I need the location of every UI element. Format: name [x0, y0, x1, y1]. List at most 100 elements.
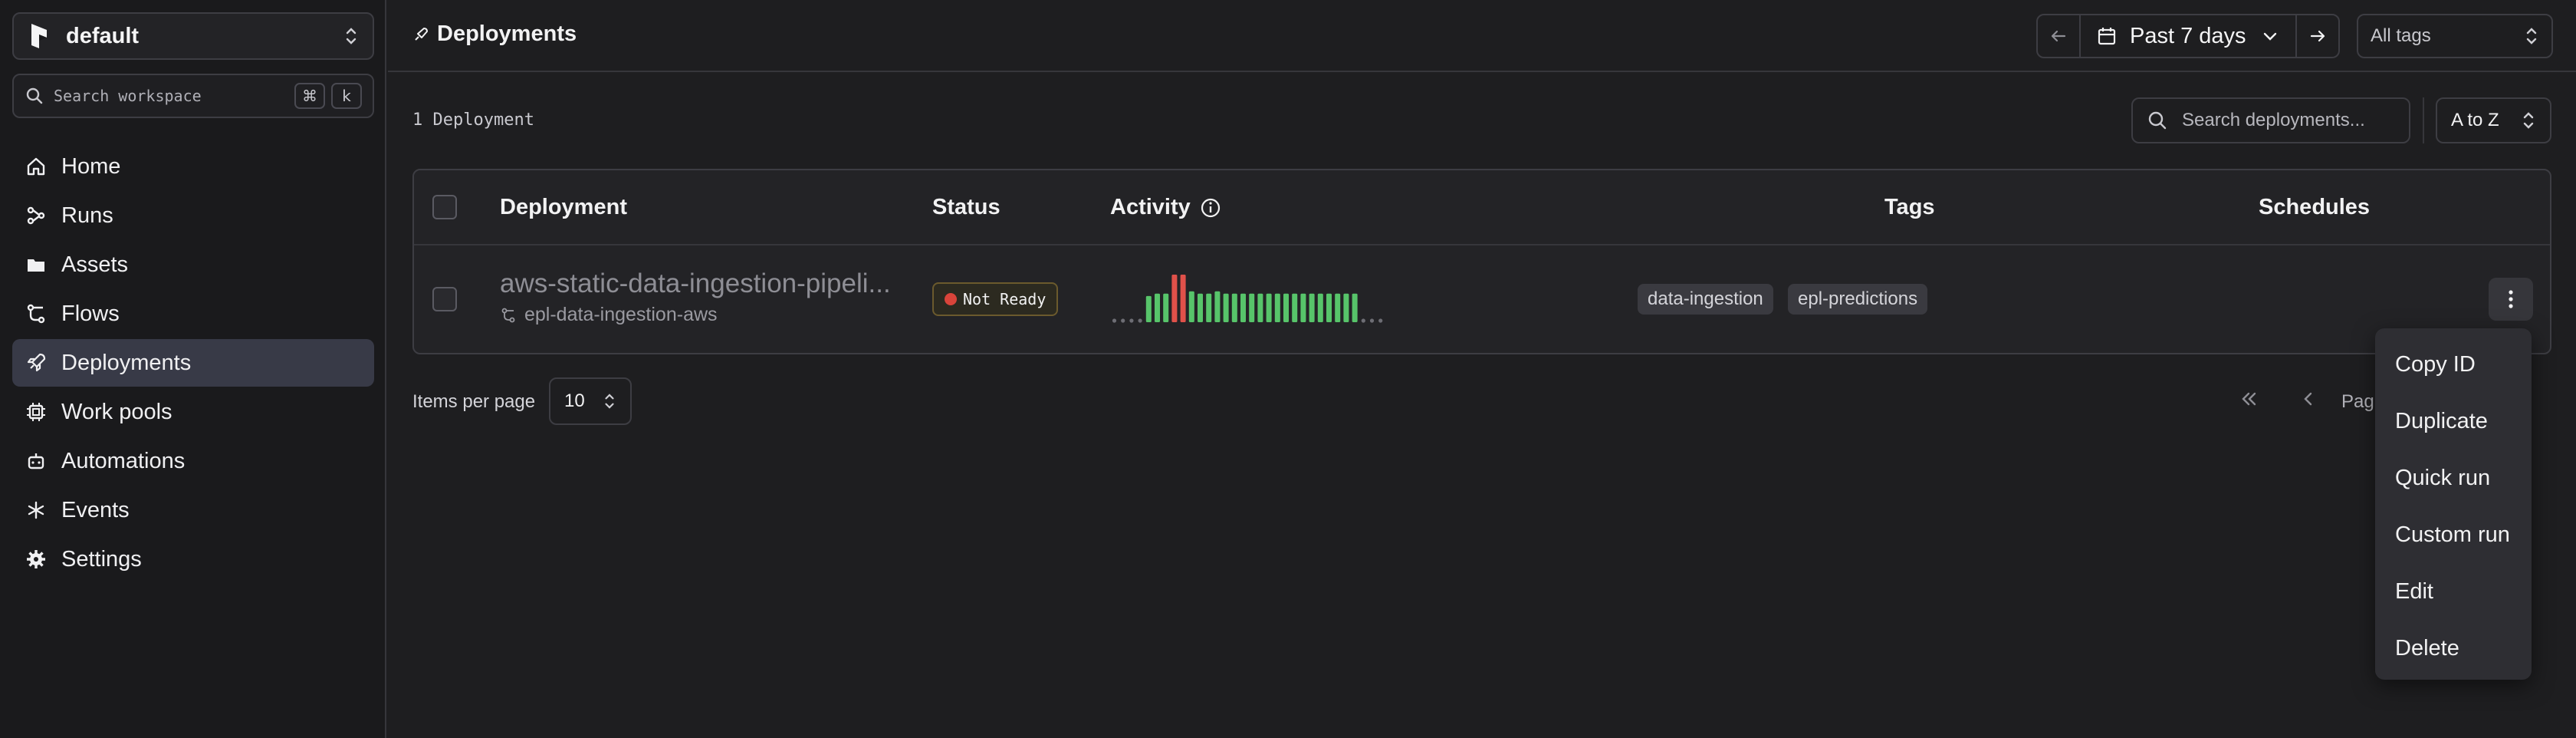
menu-item-edit[interactable]: Edit — [2381, 563, 2525, 620]
activity-bar-completed[interactable] — [1223, 293, 1229, 322]
sidebar-item-automations[interactable]: Automations — [12, 437, 374, 485]
sidebar-item-label: Home — [61, 153, 121, 179]
info-icon[interactable] — [1200, 197, 1221, 219]
activity-bar-completed[interactable] — [1343, 293, 1349, 322]
tag-chip[interactable]: data-ingestion — [1638, 284, 1773, 315]
activity-bar-completed[interactable] — [1163, 293, 1169, 322]
activity-bar-completed[interactable] — [1309, 293, 1315, 322]
chevrons-up-down-icon — [2523, 112, 2534, 129]
date-range-select[interactable]: Past 7 days — [2079, 15, 2297, 57]
rocket-icon — [415, 27, 428, 41]
date-range-label: Past 7 days — [2130, 23, 2246, 48]
activity-bar-completed[interactable] — [1249, 293, 1255, 322]
sidebar-item-label: Work pools — [61, 399, 172, 424]
runs-icon — [27, 206, 45, 225]
search-icon — [2148, 111, 2167, 130]
asterisk-icon — [28, 501, 44, 519]
sidebar-nav: Home Runs Assets Flows Deployments Work … — [12, 143, 374, 585]
activity-bar-completed[interactable] — [1335, 293, 1341, 322]
chevrons-up-down-icon — [2526, 28, 2537, 44]
column-header-tags[interactable]: Tags — [1884, 195, 1935, 220]
row-actions-menu: Copy ID Duplicate Quick run Custom run E… — [2375, 328, 2532, 680]
activity-bar-completed[interactable] — [1257, 293, 1263, 322]
column-header-deployment[interactable]: Deployment — [500, 195, 627, 220]
status-dot-icon — [945, 293, 957, 305]
column-header-schedules[interactable]: Schedules — [2259, 195, 2370, 220]
items-per-page-select[interactable]: 10 — [549, 377, 632, 425]
activity-bar-completed[interactable] — [1326, 293, 1332, 322]
tag-label: epl-predictions — [1798, 288, 1918, 309]
activity-bar-completed[interactable] — [1214, 291, 1221, 322]
status-badge: Not Ready — [932, 282, 1059, 316]
sidebar-item-settings[interactable]: Settings — [12, 535, 374, 583]
previous-page-button[interactable] — [2297, 387, 2320, 410]
activity-empty-dot — [1369, 318, 1375, 323]
activity-bar-completed[interactable] — [1145, 295, 1152, 322]
row-actions-button[interactable] — [2489, 278, 2533, 321]
search-placeholder: Search workspace — [54, 87, 202, 105]
activity-bar-completed[interactable] — [1352, 293, 1358, 322]
activity-bar-completed[interactable] — [1240, 293, 1246, 322]
menu-item-delete[interactable]: Delete — [2381, 620, 2525, 677]
select-all-checkbox[interactable] — [432, 195, 457, 219]
deployment-name-link[interactable]: aws-static-data-ingestion-pipeli... — [500, 269, 891, 299]
search-icon — [26, 87, 43, 104]
sidebar-item-events[interactable]: Events — [12, 486, 374, 534]
activity-empty-dot — [1121, 318, 1125, 323]
first-page-button[interactable] — [2237, 387, 2260, 410]
sidebar-item-label: Runs — [61, 203, 113, 228]
app-root: default Search workspace ⌘ k Home Runs A… — [0, 0, 2576, 738]
sidebar-item-deployments[interactable]: Deployments — [12, 339, 374, 387]
items-per-page-label: Items per page — [412, 391, 536, 412]
column-header-activity-label: Activity — [1110, 195, 1191, 219]
menu-item-copy-id[interactable]: Copy ID — [2381, 336, 2525, 393]
deployments-table: Deployment Status Activity Tags Schedule… — [412, 169, 2551, 354]
deployment-search-input[interactable]: Search deployments... — [2131, 97, 2410, 143]
sort-select[interactable]: A to Z — [2436, 97, 2551, 143]
flow-name: epl-data-ingestion-aws — [524, 304, 718, 325]
previous-range-button[interactable] — [2038, 15, 2079, 57]
activity-empty-dot — [1378, 318, 1383, 323]
shortcut-key: k — [331, 83, 362, 109]
sidebar-item-assets[interactable]: Assets — [12, 241, 374, 288]
menu-item-quick-run[interactable]: Quick run — [2381, 450, 2525, 506]
sidebar-item-work-pools[interactable]: Work pools — [12, 388, 374, 436]
chevron-down-icon — [2263, 32, 2276, 41]
chevrons-up-down-icon — [346, 28, 356, 44]
next-range-button[interactable] — [2297, 15, 2338, 57]
activity-bar-completed[interactable] — [1231, 293, 1237, 322]
arrow-left-icon — [2051, 30, 2066, 42]
tag-chip[interactable]: epl-predictions — [1788, 284, 1928, 315]
activity-bar-completed[interactable] — [1198, 293, 1203, 322]
row-checkbox[interactable] — [432, 287, 457, 311]
activity-bar-completed[interactable] — [1274, 293, 1280, 322]
activity-bar-completed[interactable] — [1266, 293, 1272, 322]
activity-bar-failed[interactable] — [1171, 275, 1178, 322]
workspace-search[interactable]: Search workspace ⌘ k — [12, 74, 374, 118]
tags-filter-value: All tags — [2371, 25, 2431, 46]
menu-item-duplicate[interactable]: Duplicate — [2381, 393, 2525, 450]
activity-bar-completed[interactable] — [1317, 293, 1323, 322]
sidebar-item-runs[interactable]: Runs — [12, 192, 374, 239]
activity-bar-completed[interactable] — [1292, 293, 1298, 322]
activity-bar-completed[interactable] — [1188, 291, 1194, 322]
sidebar: default Search workspace ⌘ k Home Runs A… — [0, 0, 386, 738]
activity-bar-failed[interactable] — [1180, 275, 1186, 322]
column-header-status[interactable]: Status — [932, 195, 1001, 220]
home-icon — [27, 157, 45, 176]
column-header-activity: Activity — [1110, 195, 1221, 220]
flows-icon — [27, 304, 45, 324]
flow-link[interactable]: epl-data-ingestion-aws — [500, 304, 718, 326]
workspace-switcher[interactable]: default — [12, 12, 374, 60]
activity-bar-completed[interactable] — [1300, 293, 1306, 322]
sidebar-item-flows[interactable]: Flows — [12, 290, 374, 338]
menu-item-custom-run[interactable]: Custom run — [2381, 506, 2525, 563]
activity-bar-completed[interactable] — [1283, 293, 1289, 322]
tags-filter-select[interactable]: All tags — [2357, 14, 2553, 58]
sidebar-item-home[interactable]: Home — [12, 143, 374, 190]
activity-empty-dot — [1112, 318, 1117, 323]
activity-bar-completed[interactable] — [1206, 293, 1212, 322]
sidebar-item-label: Assets — [61, 252, 129, 277]
activity-bar-completed[interactable] — [1155, 293, 1160, 322]
sidebar-item-label: Automations — [61, 448, 186, 473]
